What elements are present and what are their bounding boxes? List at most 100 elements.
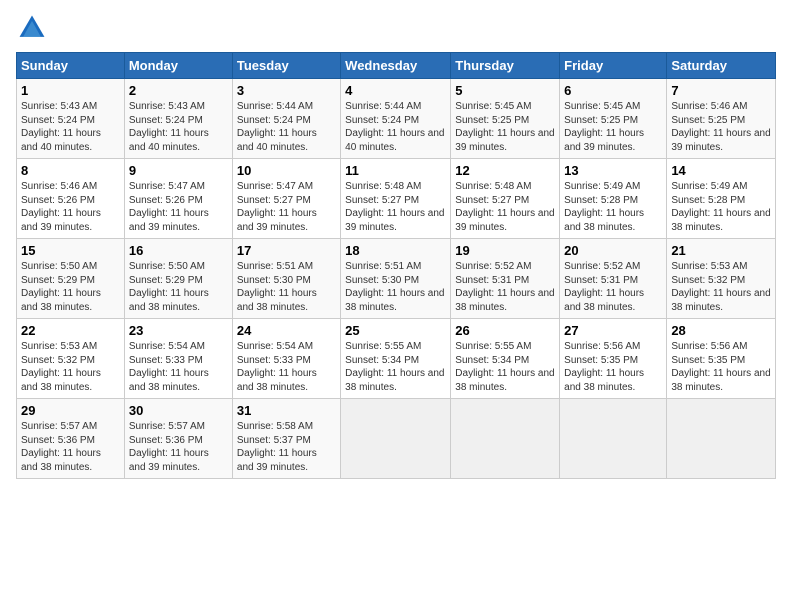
day-number: 19 [455,243,555,258]
day-number: 11 [345,163,446,178]
col-header-sunday: Sunday [17,53,125,79]
logo-icon [16,12,48,44]
calendar-cell: 1 Sunrise: 5:43 AMSunset: 5:24 PMDaylight… [17,79,125,159]
calendar-cell: 16Sunrise: 5:50 AMSunset: 5:29 PMDayligh… [124,239,232,319]
calendar-cell: 27 Sunrise: 5:56 AMSunset: 5:35 PMDayligh… [560,319,667,399]
day-number: 27 [564,323,662,338]
week-row-3: 15Sunrise: 5:50 AMSunset: 5:29 PMDayligh… [17,239,776,319]
calendar-cell: 22 Sunrise: 5:53 AMSunset: 5:32 PMDayligh… [17,319,125,399]
day-detail: Sunrise: 5:53 AMSunset: 5:32 PMDaylight:… [671,260,771,314]
calendar-cell: 19 Sunrise: 5:52 AMSunset: 5:31 PMDayligh… [451,239,560,319]
week-row-5: 29Sunrise: 5:57 AMSunset: 5:36 PMDayligh… [17,399,776,479]
col-header-thursday: Thursday [451,53,560,79]
calendar-cell: 13 Sunrise: 5:49 AMSunset: 5:28 PMDayligh… [560,159,667,239]
calendar-cell: 30 Sunrise: 5:57 AMSunset: 5:36 PMDayligh… [124,399,232,479]
day-number: 16 [129,243,228,258]
day-number: 25 [345,323,446,338]
day-number: 4 [345,83,446,98]
week-row-1: 1 Sunrise: 5:43 AMSunset: 5:24 PMDaylight… [17,79,776,159]
day-number: 10 [237,163,336,178]
day-number: 5 [455,83,555,98]
day-number: 18 [345,243,446,258]
day-number: 14 [671,163,771,178]
calendar-cell: 12 Sunrise: 5:48 AMSunset: 5:27 PMDayligh… [451,159,560,239]
day-number: 24 [237,323,336,338]
calendar-cell: 4 Sunrise: 5:44 AMSunset: 5:24 PMDaylight… [341,79,451,159]
day-detail: Sunrise: 5:54 AMSunset: 5:33 PMDaylight:… [237,340,336,394]
day-number: 3 [237,83,336,98]
day-detail: Sunrise: 5:51 AMSunset: 5:30 PMDaylight:… [237,260,336,314]
day-number: 2 [129,83,228,98]
day-number: 17 [237,243,336,258]
day-detail: Sunrise: 5:52 AMSunset: 5:31 PMDaylight:… [455,260,555,314]
calendar-cell: 14 Sunrise: 5:49 AMSunset: 5:28 PMDayligh… [667,159,776,239]
day-number: 21 [671,243,771,258]
day-detail: Sunrise: 5:45 AMSunset: 5:25 PMDaylight:… [455,100,555,154]
day-detail: Sunrise: 5:53 AMSunset: 5:32 PMDaylight:… [21,340,120,394]
day-number: 28 [671,323,771,338]
day-detail: Sunrise: 5:48 AMSunset: 5:27 PMDaylight:… [455,180,555,234]
calendar-cell [667,399,776,479]
day-detail: Sunrise: 5:45 AMSunset: 5:25 PMDaylight:… [564,100,662,154]
day-detail: Sunrise: 5:56 AMSunset: 5:35 PMDaylight:… [671,340,771,394]
day-number: 30 [129,403,228,418]
calendar-cell: 15Sunrise: 5:50 AMSunset: 5:29 PMDayligh… [17,239,125,319]
calendar-cell: 9Sunrise: 5:47 AMSunset: 5:26 PMDaylight… [124,159,232,239]
calendar-cell: 21 Sunrise: 5:53 AMSunset: 5:32 PMDayligh… [667,239,776,319]
day-number: 26 [455,323,555,338]
logo [16,12,52,44]
day-detail: Sunrise: 5:55 AMSunset: 5:34 PMDaylight:… [455,340,555,394]
day-number: 7 [671,83,771,98]
day-detail: Sunrise: 5:49 AMSunset: 5:28 PMDaylight:… [564,180,662,234]
day-detail: Sunrise: 5:44 AMSunset: 5:24 PMDaylight:… [345,100,446,154]
day-detail: Sunrise: 5:46 AMSunset: 5:25 PMDaylight:… [671,100,771,154]
col-header-tuesday: Tuesday [232,53,340,79]
day-number: 13 [564,163,662,178]
day-detail: Sunrise: 5:54 AMSunset: 5:33 PMDaylight:… [129,340,228,394]
header-row: SundayMondayTuesdayWednesdayThursdayFrid… [17,53,776,79]
day-detail: Sunrise: 5:52 AMSunset: 5:31 PMDaylight:… [564,260,662,314]
week-row-4: 22 Sunrise: 5:53 AMSunset: 5:32 PMDayligh… [17,319,776,399]
col-header-friday: Friday [560,53,667,79]
calendar-cell: 2 Sunrise: 5:43 AMSunset: 5:24 PMDaylight… [124,79,232,159]
calendar-cell: 24 Sunrise: 5:54 AMSunset: 5:33 PMDayligh… [232,319,340,399]
calendar-cell: 10 Sunrise: 5:47 AMSunset: 5:27 PMDayligh… [232,159,340,239]
day-number: 20 [564,243,662,258]
day-number: 9 [129,163,228,178]
day-number: 1 [21,83,120,98]
day-detail: Sunrise: 5:43 AMSunset: 5:24 PMDaylight:… [21,100,120,154]
calendar-cell: 7 Sunrise: 5:46 AMSunset: 5:25 PMDaylight… [667,79,776,159]
calendar-cell: 26 Sunrise: 5:55 AMSunset: 5:34 PMDayligh… [451,319,560,399]
day-detail: Sunrise: 5:58 AMSunset: 5:37 PMDaylight:… [237,420,336,474]
week-row-2: 8 Sunrise: 5:46 AMSunset: 5:26 PMDaylight… [17,159,776,239]
day-detail: Sunrise: 5:43 AMSunset: 5:24 PMDaylight:… [129,100,228,154]
day-detail: Sunrise: 5:47 AMSunset: 5:27 PMDaylight:… [237,180,336,234]
calendar-cell [560,399,667,479]
day-number: 22 [21,323,120,338]
calendar-cell: 11Sunrise: 5:48 AMSunset: 5:27 PMDayligh… [341,159,451,239]
header [16,12,776,44]
day-detail: Sunrise: 5:51 AMSunset: 5:30 PMDaylight:… [345,260,446,314]
calendar-cell: 23Sunrise: 5:54 AMSunset: 5:33 PMDayligh… [124,319,232,399]
col-header-wednesday: Wednesday [341,53,451,79]
calendar-cell [341,399,451,479]
day-detail: Sunrise: 5:49 AMSunset: 5:28 PMDaylight:… [671,180,771,234]
day-number: 31 [237,403,336,418]
calendar-cell: 29Sunrise: 5:57 AMSunset: 5:36 PMDayligh… [17,399,125,479]
calendar-cell: 20 Sunrise: 5:52 AMSunset: 5:31 PMDayligh… [560,239,667,319]
day-number: 8 [21,163,120,178]
calendar-cell: 28 Sunrise: 5:56 AMSunset: 5:35 PMDayligh… [667,319,776,399]
day-number: 6 [564,83,662,98]
col-header-saturday: Saturday [667,53,776,79]
calendar-cell: 31 Sunrise: 5:58 AMSunset: 5:37 PMDayligh… [232,399,340,479]
calendar-cell: 3Sunrise: 5:44 AMSunset: 5:24 PMDaylight… [232,79,340,159]
calendar-cell: 5 Sunrise: 5:45 AMSunset: 5:25 PMDaylight… [451,79,560,159]
day-detail: Sunrise: 5:46 AMSunset: 5:26 PMDaylight:… [21,180,120,234]
day-detail: Sunrise: 5:57 AMSunset: 5:36 PMDaylight:… [129,420,228,474]
day-detail: Sunrise: 5:50 AMSunset: 5:29 PMDaylight:… [21,260,120,314]
day-number: 12 [455,163,555,178]
calendar-cell [451,399,560,479]
calendar-cell: 8 Sunrise: 5:46 AMSunset: 5:26 PMDaylight… [17,159,125,239]
day-detail: Sunrise: 5:56 AMSunset: 5:35 PMDaylight:… [564,340,662,394]
calendar-table: SundayMondayTuesdayWednesdayThursdayFrid… [16,52,776,479]
